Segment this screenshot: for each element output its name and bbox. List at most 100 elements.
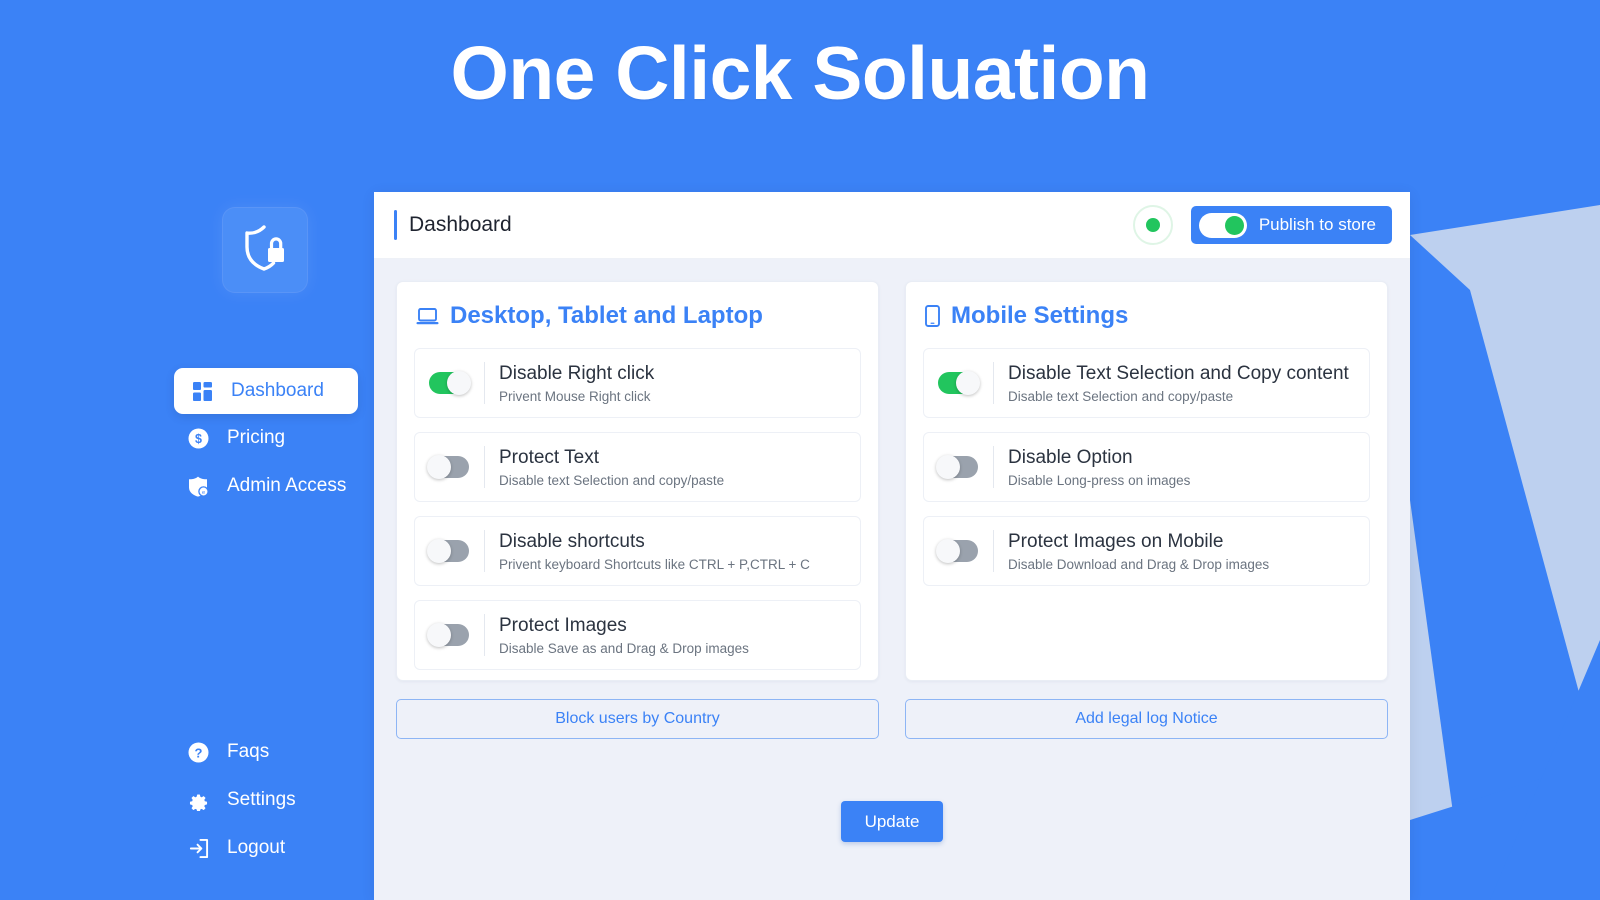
setting-texts: Protect Images Disable Save as and Drag … <box>499 614 749 656</box>
desktop-panel-title: Desktop, Tablet and Laptop <box>414 302 861 330</box>
sidebar-item-label: Dashboard <box>231 380 324 401</box>
toggle-knob <box>447 371 471 395</box>
divider <box>484 362 485 404</box>
shield-lock-icon <box>242 224 288 277</box>
sidebar-item-pricing[interactable]: $ Pricing <box>174 414 356 462</box>
setting-texts: Disable Option Disable Long-press on ima… <box>1008 446 1190 488</box>
brand-logo <box>223 208 307 292</box>
desktop-settings-panel: Desktop, Tablet and Laptop Disable Right… <box>396 281 879 681</box>
sidebar-item-admin-access[interactable]: e Admin Access <box>174 462 356 510</box>
toggle-knob <box>956 371 980 395</box>
add-legal-log-notice-button[interactable]: Add legal log Notice <box>905 699 1388 739</box>
divider <box>993 362 994 404</box>
dashboard-title-group: Dashboard <box>394 210 1133 240</box>
sidebar-item-label: Faqs <box>227 741 270 762</box>
divider <box>484 530 485 572</box>
svg-text:?: ? <box>194 745 202 760</box>
divider <box>993 446 994 488</box>
sidebar-nav-bottom: ? Faqs Settings Logout <box>0 728 374 872</box>
toggle-disable-right-click[interactable] <box>429 371 471 395</box>
sidebar: Dashboard $ Pricing e Admin Access ? Faq… <box>0 150 374 900</box>
laptop-icon <box>416 307 439 326</box>
setting-texts: Disable Right click Privent Mouse Right … <box>499 362 654 404</box>
divider <box>484 446 485 488</box>
block-users-by-country-button[interactable]: Block users by Country <box>396 699 879 739</box>
content-header: Dashboard Publish to store <box>374 192 1410 259</box>
toggle-protect-images-mobile[interactable] <box>936 539 978 563</box>
divider <box>484 614 485 656</box>
main-content-panel: Dashboard Publish to store Desktop, Tabl… <box>374 192 1410 900</box>
sidebar-item-label: Logout <box>227 837 286 858</box>
gear-icon <box>184 790 212 811</box>
toggle-disable-shortcuts[interactable] <box>427 539 469 563</box>
setting-desc: Privent Mouse Right click <box>499 388 651 404</box>
setting-desc: Privent keyboard Shortcuts like CTRL + P… <box>499 556 810 572</box>
setting-label: Protect Images on Mobile <box>1008 531 1224 553</box>
title-accent-bar <box>394 210 397 240</box>
update-button[interactable]: Update <box>840 801 944 842</box>
sidebar-item-faqs[interactable]: ? Faqs <box>174 728 356 776</box>
setting-texts: Disable Text Selection and Copy content … <box>1008 362 1349 404</box>
setting-row[interactable]: Protect Images Disable Save as and Drag … <box>414 600 861 670</box>
mobile-panel-title: Mobile Settings <box>923 302 1370 330</box>
setting-row[interactable]: Disable Text Selection and Copy content … <box>923 348 1370 418</box>
publish-toggle-knob <box>1224 215 1244 235</box>
settings-panels: Desktop, Tablet and Laptop Disable Right… <box>396 281 1388 739</box>
sidebar-item-logout[interactable]: Logout <box>174 824 356 872</box>
setting-label: Protect Images <box>499 615 627 637</box>
status-indicator <box>1132 205 1173 245</box>
desktop-panel-column: Desktop, Tablet and Laptop Disable Right… <box>396 281 879 739</box>
setting-row[interactable]: Disable Right click Privent Mouse Right … <box>414 348 861 418</box>
setting-label: Disable shortcuts <box>499 531 645 553</box>
divider <box>993 530 994 572</box>
publish-label: Publish to store <box>1258 215 1376 234</box>
sidebar-item-label: Pricing <box>227 427 286 448</box>
logout-arrow-icon <box>184 838 212 859</box>
setting-label: Disable Right click <box>499 363 655 385</box>
setting-row[interactable]: Disable Option Disable Long-press on ima… <box>923 432 1370 502</box>
sidebar-nav-main: Dashboard $ Pricing e Admin Access <box>0 368 374 510</box>
toggle-protect-text[interactable] <box>427 455 469 479</box>
setting-label: Protect Text <box>499 447 599 469</box>
update-button-row: Update <box>396 801 1388 842</box>
sidebar-item-label: Settings <box>227 789 296 810</box>
publish-to-store-button[interactable]: Publish to store <box>1190 206 1392 244</box>
setting-row[interactable]: Disable shortcuts Privent keyboard Short… <box>414 516 861 586</box>
toggle-protect-images[interactable] <box>427 623 469 647</box>
mobile-phone-icon <box>925 305 940 327</box>
setting-label: Disable Option <box>1008 447 1133 469</box>
setting-desc: Disable Download and Drag & Drop images <box>1008 556 1270 572</box>
setting-row[interactable]: Protect Images on Mobile Disable Downloa… <box>923 516 1370 586</box>
setting-desc: Disable text Selection and copy/paste <box>1008 388 1234 404</box>
svg-text:e: e <box>201 490 204 496</box>
setting-texts: Protect Images on Mobile Disable Downloa… <box>1008 530 1269 572</box>
toggle-knob <box>936 455 960 479</box>
setting-desc: Disable Save as and Drag & Drop images <box>499 640 749 656</box>
mobile-settings-panel: Mobile Settings Disable Text Selection a… <box>905 281 1388 681</box>
status-dot <box>1145 218 1160 232</box>
grid-dashboard-icon <box>188 381 216 401</box>
setting-texts: Protect Text Disable text Selection and … <box>499 446 724 488</box>
setting-desc: Disable text Selection and copy/paste <box>499 472 725 488</box>
content-body: Desktop, Tablet and Laptop Disable Right… <box>374 259 1410 900</box>
setting-texts: Disable shortcuts Privent keyboard Short… <box>499 530 810 572</box>
toggle-knob <box>427 539 451 563</box>
setting-desc: Disable Long-press on images <box>1008 472 1191 488</box>
desktop-panel-title-text: Desktop, Tablet and Laptop <box>450 302 763 329</box>
toggle-disable-option[interactable] <box>936 455 978 479</box>
mobile-panel-title-text: Mobile Settings <box>951 302 1129 329</box>
sidebar-item-label: Admin Access <box>227 475 347 496</box>
shield-user-icon: e <box>184 476 212 497</box>
sidebar-item-dashboard[interactable]: Dashboard <box>174 368 358 414</box>
setting-label: Disable Text Selection and Copy content <box>1008 363 1349 385</box>
setting-row[interactable]: Protect Text Disable text Selection and … <box>414 432 861 502</box>
dashboard-title: Dashboard <box>409 213 512 236</box>
toggle-knob <box>427 623 451 647</box>
dollar-circle-icon: $ <box>184 428 212 449</box>
toggle-disable-text-selection[interactable] <box>938 371 980 395</box>
sidebar-item-settings[interactable]: Settings <box>174 776 356 824</box>
mobile-panel-column: Mobile Settings Disable Text Selection a… <box>905 281 1388 739</box>
svg-text:$: $ <box>195 432 202 446</box>
publish-toggle[interactable] <box>1198 212 1247 238</box>
page-title: One Click Soluation <box>450 31 1150 115</box>
